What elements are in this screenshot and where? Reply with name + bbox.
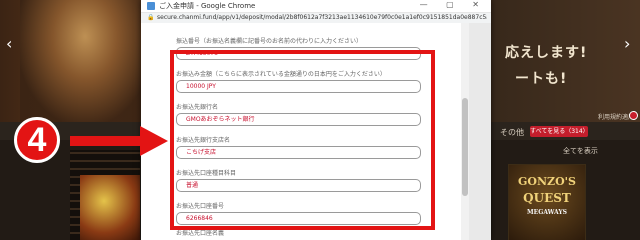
step-number-badge: 4 (14, 117, 60, 163)
game-title-line-2: QUEST (523, 191, 571, 205)
carousel-next-icon[interactable]: › (624, 34, 630, 53)
lock-icon: 🔒 (147, 14, 155, 21)
pointer-arrow-icon (70, 126, 168, 156)
game-title-line-1: GONZO'S (518, 175, 576, 188)
hero-character-image (20, 0, 150, 122)
show-all-link[interactable]: 全てを表示 (563, 146, 598, 156)
banner-text-2: ートも! (515, 71, 568, 87)
banner-text-1: 応えします! (505, 45, 588, 61)
nav-item-other[interactable]: その他 (500, 127, 524, 138)
view-all-button[interactable]: すべてを見る（314） (530, 126, 589, 137)
scrollbar-thumb[interactable] (462, 98, 468, 196)
popup-side-gutter (469, 23, 491, 240)
help-icon[interactable] (629, 111, 638, 120)
window-controls[interactable]: — ▢ ✕ (420, 0, 487, 9)
highlight-box (170, 50, 435, 230)
window-titlebar: ご入金申請 - Google Chrome — ▢ ✕ (141, 0, 491, 13)
popup-scrollbar[interactable] (461, 23, 469, 240)
url-text: secure.chanmi.fund/app/v1/deposit/modal/… (157, 14, 487, 21)
carousel-prev-icon[interactable]: ‹ (6, 34, 12, 53)
field-label: お振込先口座名義 (176, 230, 225, 237)
window-title: ご入金申請 - Google Chrome (159, 2, 256, 10)
page-favicon-icon (147, 2, 155, 10)
field-label: 振込番号（お振込名義欄に記番号のお名前の代わりに入力ください） (176, 38, 363, 45)
game-tile-gonzos-quest[interactable]: GONZO'S QUEST MEGAWAYS (508, 164, 586, 240)
field-account-holder: お振込先口座名義 (176, 229, 421, 239)
game-tile-slot[interactable] (80, 175, 140, 240)
game-subtitle: MEGAWAYS (526, 209, 568, 216)
